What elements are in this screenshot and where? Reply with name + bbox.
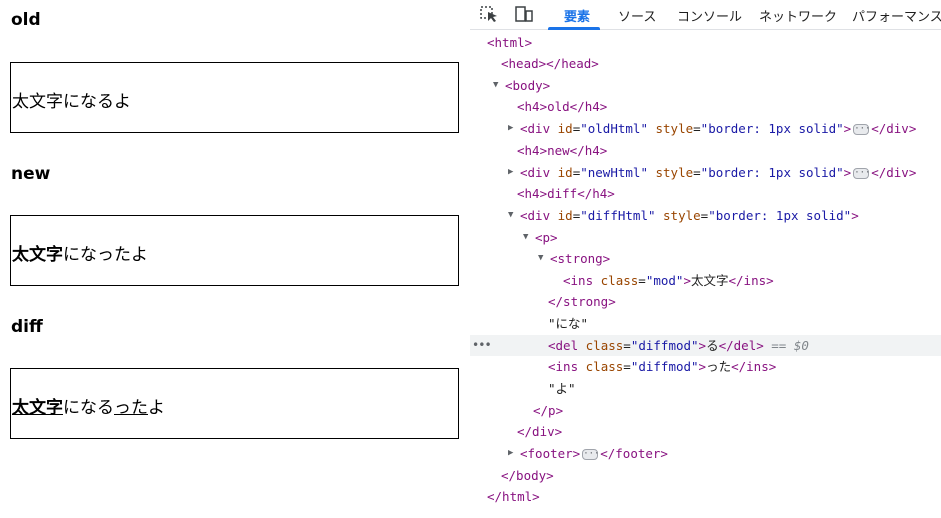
expand-triangle-icon[interactable]: ▶: [508, 443, 518, 464]
tab-console[interactable]: コンソール: [677, 6, 742, 25]
dom-node-div-close[interactable]: </div>: [470, 421, 941, 442]
dom-node-p-close[interactable]: </p>: [470, 400, 941, 421]
new-bold-text: 太文字: [12, 245, 63, 265]
new-rest-text: になったよ: [63, 245, 148, 265]
dom-node-p[interactable]: ▼ <p>: [470, 227, 941, 248]
dom-node-html[interactable]: <html>: [470, 32, 941, 53]
dom-text-yo[interactable]: "よ": [470, 378, 941, 399]
tab-sources[interactable]: ソース: [618, 6, 656, 25]
heading-diff: diff: [11, 317, 43, 337]
dom-node-ins-mod[interactable]: <ins class="mod">太文字</ins>: [470, 270, 941, 291]
device-toolbar-icon[interactable]: [513, 4, 535, 24]
more-options-icon[interactable]: •••: [472, 335, 492, 356]
dom-node-strong[interactable]: ▼ <strong>: [470, 248, 941, 269]
diff-ins: った: [114, 398, 148, 418]
active-tab-indicator: [548, 27, 600, 30]
collapse-triangle-icon[interactable]: ▼: [523, 227, 533, 248]
dom-node-div-newhtml[interactable]: ▶ <div id="newHtml" style="border: 1px s…: [470, 162, 941, 183]
dom-node-ins-diffmod[interactable]: <ins class="diffmod">った</ins>: [470, 356, 941, 377]
dom-node-h4-diff[interactable]: <h4>diff</h4>: [470, 183, 941, 204]
heading-old: old: [11, 10, 41, 30]
new-html-box: 太文字になったよ: [10, 215, 459, 286]
dom-node-del-selected[interactable]: ••• <del class="diffmod">る</del> == $0: [470, 335, 941, 356]
dom-text-nina[interactable]: "にな": [470, 313, 941, 334]
ellipsis-icon[interactable]: ···: [582, 449, 599, 460]
dom-node-body[interactable]: ▼ <body>: [470, 75, 941, 96]
tab-performance[interactable]: パフォーマンス: [852, 6, 941, 25]
diff-del: る: [97, 398, 114, 418]
dom-node-div-oldhtml[interactable]: ▶ <div id="oldHtml" style="border: 1px s…: [470, 118, 941, 139]
old-html-box: 太文字になるよ: [10, 62, 459, 133]
rendered-page: old 太文字になるよ new 太文字になったよ diff 太文字になるったよ: [0, 0, 470, 518]
diff-html-box: 太文字になるったよ: [10, 368, 459, 439]
collapse-triangle-icon[interactable]: ▼: [508, 205, 518, 226]
dom-node-footer[interactable]: ▶ <footer> ···</footer>: [470, 443, 941, 464]
dom-node-head[interactable]: <head></head>: [470, 53, 941, 74]
diff-text: 太文字になるったよ: [12, 393, 165, 418]
new-text: 太文字になったよ: [12, 240, 148, 265]
devtools-tabbar: 要素 ソース コンソール ネットワーク パフォーマンス: [470, 0, 941, 30]
dom-node-h4-new[interactable]: <h4>new</h4>: [470, 140, 941, 161]
expand-triangle-icon[interactable]: ▶: [508, 162, 518, 183]
dom-node-html-close[interactable]: </html>: [470, 486, 941, 507]
inspect-element-icon[interactable]: [479, 4, 501, 24]
expand-triangle-icon[interactable]: ▶: [508, 118, 518, 139]
devtools-panel: 要素 ソース コンソール ネットワーク パフォーマンス <html> <head…: [470, 0, 941, 518]
ellipsis-icon[interactable]: ···: [853, 168, 870, 179]
collapse-triangle-icon[interactable]: ▼: [538, 248, 548, 269]
ellipsis-icon[interactable]: ···: [853, 124, 870, 135]
dom-node-div-diffhtml[interactable]: ▼ <div id="diffHtml" style="border: 1px …: [470, 205, 941, 226]
diff-text-nina: にな: [63, 398, 97, 418]
tab-network[interactable]: ネットワーク: [759, 6, 837, 25]
heading-new: new: [11, 164, 51, 184]
dom-node-strong-close[interactable]: </strong>: [470, 291, 941, 312]
collapse-triangle-icon[interactable]: ▼: [493, 75, 503, 96]
dom-node-h4-old[interactable]: <h4>old</h4>: [470, 96, 941, 117]
diff-text-yo: よ: [148, 398, 165, 418]
dom-node-body-close[interactable]: </body>: [470, 465, 941, 486]
old-text: 太文字になるよ: [12, 92, 131, 112]
tab-elements[interactable]: 要素: [564, 6, 590, 25]
diff-ins-mod: 太文字: [12, 398, 63, 418]
